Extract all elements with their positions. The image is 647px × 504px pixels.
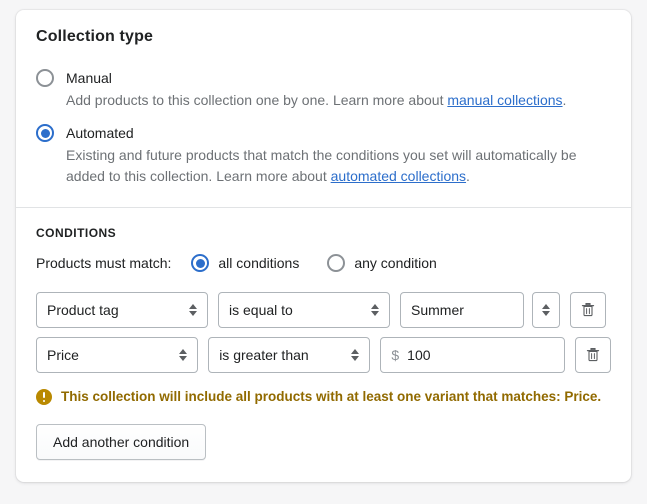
condition-value-input-1[interactable]: Summer: [400, 292, 524, 328]
delete-condition-button-1[interactable]: [570, 292, 606, 328]
condition-row: Price is greater than $ 100: [36, 337, 611, 373]
condition-field-value-1: Product tag: [47, 302, 119, 318]
chevron-updown-icon: [542, 304, 550, 316]
radio-automated-indicator[interactable]: [36, 124, 54, 142]
condition-operator-select-1[interactable]: is equal to: [218, 292, 390, 328]
chevron-updown-icon: [189, 304, 197, 316]
radio-manual-help-text: Add products to this collection one by o…: [66, 92, 448, 108]
condition-value-stepper-1[interactable]: [532, 292, 560, 328]
condition-value-text-2: 100: [407, 347, 431, 363]
currency-prefix: $: [391, 347, 400, 363]
chevron-updown-icon: [371, 304, 379, 316]
variant-warning-text: This collection will include all product…: [61, 389, 602, 404]
condition-field-select-2[interactable]: Price: [36, 337, 199, 373]
radio-any-condition-indicator[interactable]: [327, 254, 346, 272]
condition-operator-value-1: is equal to: [229, 302, 293, 318]
condition-value-input-2[interactable]: $ 100: [380, 337, 565, 373]
add-another-condition-button[interactable]: Add another condition: [36, 424, 207, 460]
chevron-updown-icon: [351, 349, 360, 361]
condition-row: Product tag is equal to Summer: [36, 292, 611, 328]
radio-automated-help-suffix: .: [466, 168, 470, 184]
trash-icon: [586, 347, 600, 362]
variant-warning: This collection will include all product…: [36, 387, 611, 406]
radio-option-any-condition[interactable]: any condition: [327, 254, 437, 272]
condition-operator-select-2[interactable]: is greater than: [208, 337, 371, 373]
chevron-updown-icon: [179, 349, 188, 361]
radio-manual-help-suffix: .: [562, 92, 567, 108]
page-title: Collection type: [36, 28, 154, 45]
products-must-match-label: Products must match:: [36, 255, 172, 271]
delete-condition-button-2[interactable]: [575, 337, 611, 373]
radio-automated-help-text: Existing and future products that match …: [66, 147, 577, 184]
radio-manual-indicator[interactable]: [36, 69, 54, 87]
radio-all-conditions-indicator[interactable]: [191, 254, 210, 272]
automated-collections-link[interactable]: automated collections: [331, 168, 466, 184]
condition-field-select-1[interactable]: Product tag: [36, 292, 208, 328]
radio-automated-help: Existing and future products that match …: [66, 145, 606, 187]
collection-type-section: Collection type Manual Add products to t…: [16, 10, 631, 207]
condition-value-text-1: Summer: [411, 302, 464, 318]
radio-any-condition-label: any condition: [354, 255, 437, 271]
products-must-match-row: Products must match: all conditions any …: [36, 254, 611, 272]
condition-field-value-2: Price: [47, 347, 79, 363]
radio-manual-label: Manual: [66, 70, 112, 86]
collection-type-card: Collection type Manual Add products to t…: [16, 10, 631, 482]
conditions-section: CONDITIONS Products must match: all cond…: [16, 208, 631, 482]
radio-manual-help: Add products to this collection one by o…: [66, 90, 606, 111]
trash-icon: [581, 302, 595, 317]
radio-option-all-conditions[interactable]: all conditions: [191, 254, 299, 272]
alert-circle-icon: [36, 389, 52, 405]
condition-operator-value-2: is greater than: [219, 347, 309, 363]
manual-collections-link[interactable]: manual collections: [447, 92, 562, 108]
radio-all-conditions-label: all conditions: [218, 255, 300, 271]
conditions-heading: CONDITIONS: [36, 226, 117, 240]
radio-option-manual[interactable]: Manual: [36, 68, 611, 88]
radio-option-automated[interactable]: Automated: [36, 123, 611, 143]
radio-automated-label: Automated: [66, 125, 134, 141]
